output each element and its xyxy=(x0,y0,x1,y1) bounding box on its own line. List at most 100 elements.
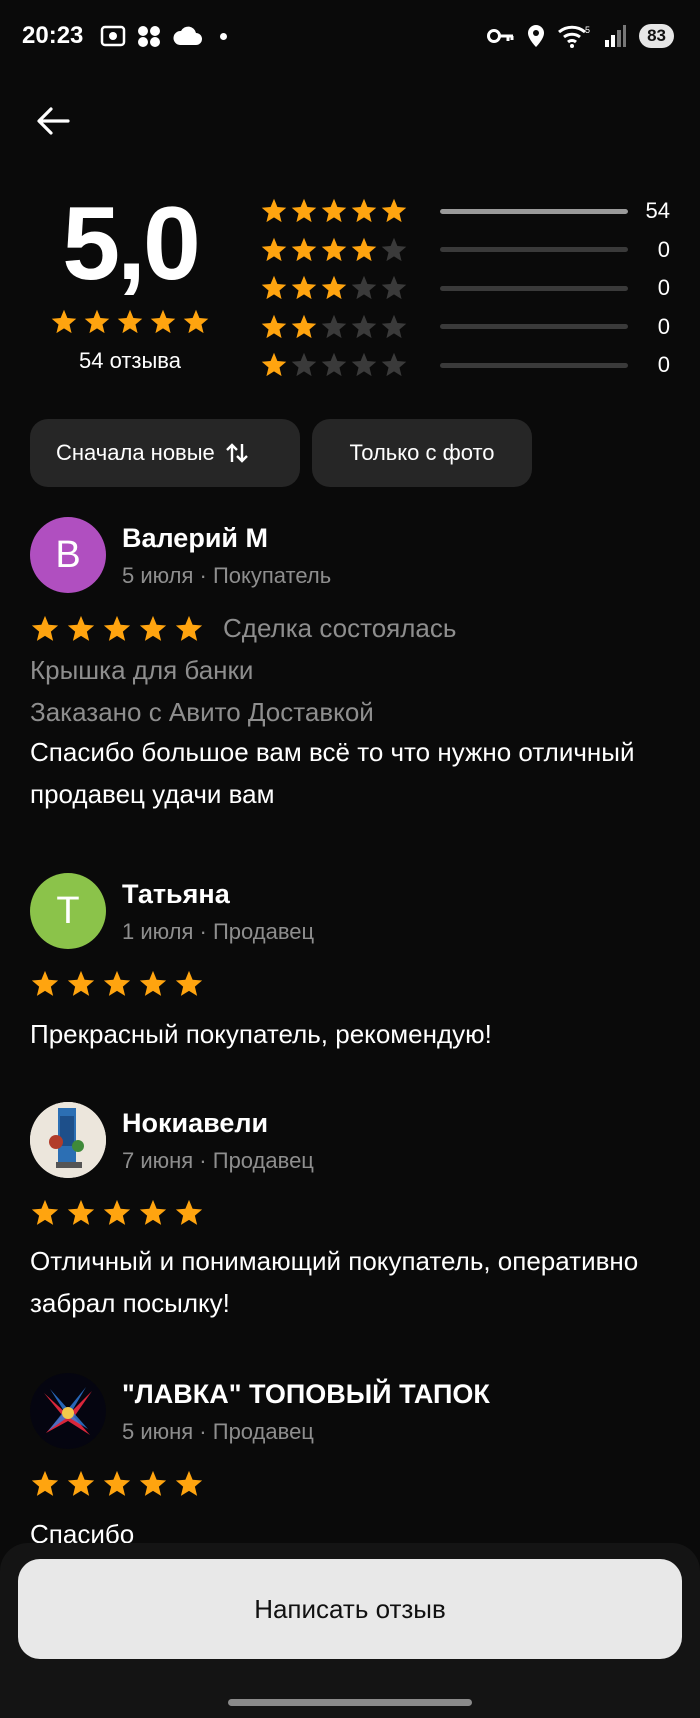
star-icon xyxy=(103,970,131,996)
distribution-stars xyxy=(260,313,410,341)
star-icon xyxy=(381,353,407,377)
status-right-icons: 5 83 xyxy=(487,24,674,48)
star-icon xyxy=(51,309,77,334)
review-rating: Сделка состоялась xyxy=(30,613,456,644)
reviews-screen: 20:23 5 83 5,0 54 отзыва 54 0 0 0 0 Снач… xyxy=(0,0,700,1718)
star-icon xyxy=(321,237,347,261)
distribution-bar xyxy=(440,247,628,253)
star-icon xyxy=(67,970,95,996)
photo-only-filter-label: Только с фото xyxy=(349,440,495,465)
distribution-bar xyxy=(440,208,628,214)
star-icon xyxy=(291,314,317,338)
review-stars xyxy=(30,1469,204,1499)
review-text: Отличный и понимающий покупатель, операт… xyxy=(30,1246,639,1318)
status-bar: 20:23 5 83 xyxy=(0,0,700,80)
star-icon xyxy=(31,970,59,996)
review-item: В Валерий М 5 июля · Покупатель Сделка с… xyxy=(30,517,670,817)
star-icon xyxy=(139,970,167,996)
review-stars xyxy=(30,1198,204,1228)
review-item-title[interactable]: Крышка для банки xyxy=(30,655,253,686)
star-icon xyxy=(321,276,347,300)
star-icon xyxy=(67,1199,95,1225)
avatar-letter: Т xyxy=(56,889,80,932)
distribution-stars xyxy=(260,197,410,225)
avatar[interactable] xyxy=(30,1373,106,1449)
review-rating xyxy=(30,969,204,999)
write-review-button[interactable]: Написать отзыв xyxy=(18,1559,682,1659)
distribution-row-2[interactable]: 0 xyxy=(260,308,680,347)
review-author[interactable]: Нокиавели xyxy=(122,1108,268,1139)
distribution-count: 0 xyxy=(657,236,670,262)
sort-filter-label: Сначала новые xyxy=(56,440,215,465)
star-icon xyxy=(291,276,317,300)
rating-distribution: 54 0 0 0 0 xyxy=(260,192,680,385)
review-meta: 5 июля · Покупатель xyxy=(122,563,332,588)
arrow-left-icon xyxy=(37,107,70,135)
deal-status: Сделка состоялась xyxy=(223,613,457,643)
screenshot-icon xyxy=(100,25,126,47)
apps-icon xyxy=(138,26,160,47)
review-author[interactable]: Татьяна xyxy=(122,879,230,910)
distribution-stars xyxy=(260,351,410,379)
sort-filter-button[interactable]: Сначала новые xyxy=(30,419,300,487)
star-icon xyxy=(175,1470,203,1496)
star-icon xyxy=(351,199,377,223)
star-icon xyxy=(291,353,317,377)
review-count: 54 отзыва xyxy=(79,348,181,373)
avatar[interactable]: Т xyxy=(30,873,106,949)
review-meta: 1 июля · Продавец xyxy=(122,919,315,944)
star-icon xyxy=(381,314,407,338)
star-icon xyxy=(175,615,203,641)
sort-arrows-icon xyxy=(225,443,248,463)
distribution-row-4[interactable]: 0 xyxy=(260,231,680,270)
star-icon xyxy=(84,309,110,334)
distribution-stars xyxy=(260,236,410,264)
review-author[interactable]: Валерий М xyxy=(122,523,268,554)
key-icon xyxy=(487,29,514,43)
distribution-row-3[interactable]: 0 xyxy=(260,269,680,308)
star-icon xyxy=(103,1470,131,1496)
star-icon xyxy=(351,353,377,377)
star-icon xyxy=(31,1199,59,1225)
star-icon xyxy=(183,309,209,334)
review-stars xyxy=(30,614,204,644)
battery-indicator: 83 xyxy=(639,24,674,48)
star-icon xyxy=(67,1470,95,1496)
review-author[interactable]: "ЛАВКА" ТОПОВЫЙ ТАПОК xyxy=(122,1379,490,1410)
star-icon xyxy=(381,199,407,223)
star-icon xyxy=(381,237,407,261)
distribution-stars xyxy=(260,274,410,302)
cloud-icon xyxy=(173,26,202,45)
review-item: "ЛАВКА" ТОПОВЫЙ ТАПОК 5 июня · Продавец … xyxy=(30,1373,670,1549)
distribution-row-1[interactable]: 0 xyxy=(260,346,680,385)
star-icon xyxy=(261,276,287,300)
status-time: 20:23 xyxy=(22,22,84,49)
home-indicator[interactable] xyxy=(228,1699,472,1706)
star-icon xyxy=(117,309,143,334)
distribution-bar xyxy=(440,362,628,368)
back-button[interactable] xyxy=(28,96,78,146)
photo-only-filter-button[interactable]: Только с фото xyxy=(312,419,532,487)
star-icon xyxy=(321,353,347,377)
star-icon xyxy=(291,199,317,223)
review-rating xyxy=(30,1469,204,1499)
star-icon xyxy=(139,1199,167,1225)
notification-dot xyxy=(220,32,227,40)
avatar[interactable] xyxy=(30,1102,106,1178)
review-delivery: Заказано с Авито Доставкой xyxy=(30,697,374,727)
distribution-count: 0 xyxy=(657,275,670,301)
avatar[interactable]: В xyxy=(30,517,106,593)
star-icon xyxy=(351,314,377,338)
star-icon xyxy=(381,276,407,300)
location-icon xyxy=(528,25,545,47)
star-icon xyxy=(103,1199,131,1225)
distribution-count: 54 xyxy=(645,198,670,224)
distribution-row-5[interactable]: 54 xyxy=(260,192,680,231)
distribution-bar xyxy=(440,324,628,330)
star-icon xyxy=(31,615,59,641)
star-icon xyxy=(175,970,203,996)
distribution-bar xyxy=(440,285,628,291)
distribution-count: 0 xyxy=(657,313,670,339)
write-review-label: Написать отзыв xyxy=(254,1593,446,1624)
review-meta: 5 июня · Продавец xyxy=(122,1419,314,1444)
